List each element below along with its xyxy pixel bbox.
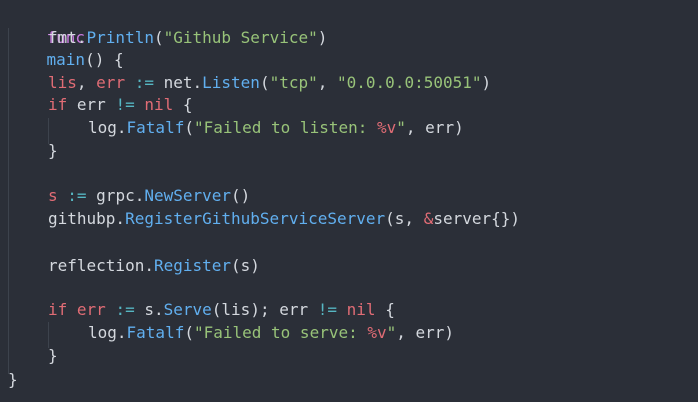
function-call: Println	[86, 28, 154, 47]
code-text: (lis); err	[211, 300, 318, 319]
string-literal: "	[386, 323, 397, 342]
code-text: (	[259, 73, 270, 92]
format-verb: %v	[367, 323, 387, 342]
closing-brace: }	[8, 370, 18, 389]
code-line-10: githubp.RegisterGithubServiceServer(s, &…	[48, 208, 520, 230]
package-ref: log.	[88, 118, 127, 137]
function-name: main	[46, 50, 86, 69]
function-call: Serve	[163, 300, 212, 319]
code-text: {	[375, 300, 395, 319]
package-ref: githubp.	[48, 209, 126, 228]
code-editor[interactable]: func main() { fmt.Println("Github Servic…	[0, 0, 698, 402]
code-line-16: }	[48, 345, 58, 367]
code-line-4: lis, err := net.Listen("tcp", "0.0.0.0:5…	[48, 72, 491, 94]
string-literal: "Failed to serve:	[193, 323, 368, 342]
package-ref: net.	[163, 73, 203, 92]
keyword: if	[48, 300, 68, 319]
format-verb: %v	[377, 118, 397, 137]
address-operator: &	[423, 209, 434, 228]
string-literal: "Failed to listen:	[193, 118, 377, 137]
package-ref: log.	[88, 323, 127, 342]
variable: s	[48, 186, 58, 205]
code-text: (	[184, 118, 194, 137]
code-line-12: reflection.Register(s)	[48, 255, 260, 277]
variable: lis	[48, 73, 77, 92]
string-literal: "Github Service"	[163, 28, 318, 47]
code-text: (s)	[231, 256, 260, 275]
operator: :=	[57, 186, 97, 205]
code-line-15: log.Fatalf("Failed to serve: %v", err)	[88, 322, 454, 344]
operator: :=	[125, 73, 164, 92]
keyword: if	[48, 95, 68, 114]
nil-keyword: nil	[144, 95, 174, 114]
code-text: ,	[317, 73, 338, 92]
function-call: RegisterGithubServiceServer	[125, 209, 386, 228]
code-text: , err)	[405, 118, 464, 137]
string-literal: "0.0.0.0:50051"	[337, 73, 482, 92]
code-text: (	[184, 323, 194, 342]
code-line-6: log.Fatalf("Failed to listen: %v", err)	[88, 117, 464, 139]
code-text: (	[153, 28, 164, 47]
package-ref: reflection.	[48, 256, 154, 275]
package-ref: s.	[144, 300, 164, 319]
operator: :=	[105, 300, 145, 319]
code-line-1: func main() {	[8, 5, 124, 69]
code-line-7: }	[48, 140, 58, 162]
code-text: , err)	[396, 323, 455, 342]
code-line-9: s := grpc.NewServer()	[48, 185, 250, 207]
string-literal: "	[396, 118, 406, 137]
operator: !=	[115, 95, 135, 114]
code-text: ,	[76, 73, 97, 92]
closing-brace: }	[48, 346, 58, 365]
package-ref: fmt.	[48, 28, 87, 47]
closing-brace: }	[48, 141, 58, 160]
string-literal: "tcp"	[269, 73, 318, 92]
code-line-14: if err := s.Serve(lis); err != nil {	[48, 299, 395, 321]
code-text: {	[173, 95, 193, 114]
variable: err	[76, 300, 106, 319]
code-line-17: }	[8, 369, 18, 391]
code-text: err	[67, 95, 116, 114]
code-text: (s,	[385, 209, 424, 228]
function-call: Listen	[202, 73, 260, 92]
code-text: server{})	[433, 209, 521, 228]
code-text: ()	[231, 186, 251, 205]
function-call: Register	[153, 256, 232, 275]
code-line-2: fmt.Println("Github Service")	[48, 27, 327, 49]
function-call: NewServer	[144, 186, 232, 205]
code-text: )	[317, 28, 328, 47]
package-ref: grpc.	[96, 186, 145, 205]
operator: !=	[317, 300, 338, 319]
variable: err	[96, 73, 126, 92]
function-call: Fatalf	[126, 118, 185, 137]
nil-keyword: nil	[346, 300, 376, 319]
code-line-5: if err != nil {	[48, 94, 193, 116]
code-text: () {	[85, 50, 124, 69]
function-call: Fatalf	[126, 323, 185, 342]
code-text: )	[481, 73, 492, 92]
